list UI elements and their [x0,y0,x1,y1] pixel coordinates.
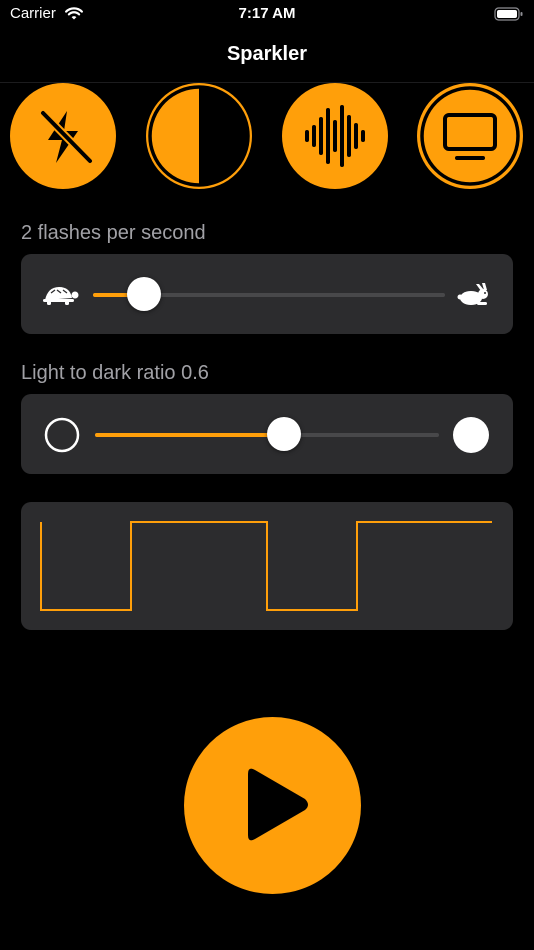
waveform-preview-card [21,502,513,630]
empty-circle-icon [44,417,80,453]
frequency-slider-card [21,254,513,334]
status-bar: Carrier 7:17 AM [0,0,534,30]
square-wave [40,521,492,611]
play-icon [248,768,308,841]
battery-icon [494,7,523,21]
ratio-slider-thumb[interactable] [267,417,301,451]
turtle-icon [43,287,79,305]
page-title: Sparkler [226,43,308,65]
sound-mode-button[interactable] [282,83,388,189]
display-icon [420,86,520,186]
lightning-slash-icon [40,110,93,164]
ratio-track-fill [95,433,284,437]
rabbit-icon [457,283,488,305]
flash-off-mode-button[interactable] [10,83,116,189]
frequency-label: 2 flashes per second [21,222,206,244]
clock: 7:17 AM [238,5,296,22]
half-circle-icon [148,85,250,187]
screen-mode-button[interactable] [417,83,523,189]
ratio-slider-card [21,394,513,474]
navigation-bar: Sparkler [0,30,534,83]
waveform-icon [305,105,365,167]
play-button[interactable] [184,717,361,894]
ratio-label: Light to dark ratio 0.6 [21,362,209,384]
frequency-slider-thumb[interactable] [127,277,161,311]
filled-circle-icon [453,417,489,453]
contrast-mode-button[interactable] [146,83,252,189]
